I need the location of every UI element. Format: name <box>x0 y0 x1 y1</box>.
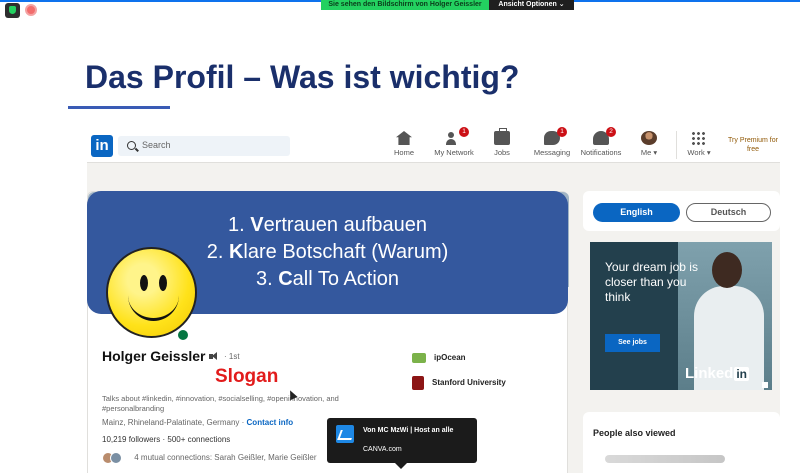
point-text: all To Action <box>292 268 400 290</box>
point-initial: C <box>278 268 293 290</box>
mutual-connections[interactable]: 4 mutual connections: Sarah Geißler, Mar… <box>102 452 317 464</box>
point-number: 2. <box>206 241 224 263</box>
point-text: ertrauen aufbauen <box>263 214 428 236</box>
smiley-mouth <box>128 287 179 321</box>
blurred-person-entry[interactable] <box>605 455 725 463</box>
profile-stats[interactable]: 10,219 followers · 500+ connections <box>102 435 230 444</box>
nav-work[interactable]: Work ▾ <box>684 131 714 157</box>
notification-badge: 1 <box>557 127 567 137</box>
nav-label: My Network <box>434 148 474 157</box>
point-number: 3. <box>255 268 273 290</box>
host-subtitle: CANVA.com <box>363 446 402 453</box>
see-jobs-button[interactable]: See jobs <box>605 334 660 352</box>
point-initial: K <box>228 241 244 263</box>
host-message-popup[interactable]: Von MC MzWi | Host an alle CANVA.com <box>327 418 477 469</box>
profile-headline: Talks about #linkedin, #innovation, #soc… <box>102 394 339 413</box>
ad-brand: Linked in <box>685 365 750 382</box>
notifications-icon: 2 <box>593 127 616 145</box>
smiley-face-icon <box>106 247 197 338</box>
linkedin-navbar: in Search Home 1 My Network Jobs 1 Messa… <box>87 126 780 163</box>
nav-jobs[interactable]: Jobs <box>492 128 512 157</box>
online-status-icon <box>176 328 190 342</box>
ad-info-icon[interactable] <box>762 382 768 388</box>
language-deutsch-button[interactable]: Deutsch <box>686 203 771 222</box>
home-icon <box>396 131 412 145</box>
host-logo-icon <box>336 425 354 443</box>
ad-text: Your dream job is closer than you think <box>605 260 698 304</box>
company-name: Stanford University <box>432 378 506 388</box>
nav-label: Home <box>393 148 414 157</box>
slide-title: Das Profil – Was ist wichtig? <box>85 59 520 95</box>
profile-location: Mainz, Rhineland-Palatinate, Germany · C… <box>102 418 293 427</box>
point-text: lare Botschaft (Warum) <box>243 241 449 263</box>
jobs-icon <box>494 128 510 145</box>
nav-label: Jobs <box>494 148 510 157</box>
ad-brand-text: Linked <box>685 365 734 382</box>
nav-label: Me ▾ <box>640 148 658 157</box>
nav-divider <box>676 131 677 159</box>
profile-name: Holger Geissler <box>102 348 206 364</box>
linkedin-ad[interactable]: Your dream job is closer than you think … <box>590 242 772 390</box>
stanford-logo-icon <box>412 376 424 390</box>
nav-home[interactable]: Home <box>393 131 415 157</box>
speaker-icon[interactable] <box>209 352 219 361</box>
try-premium-link[interactable]: Try Premium for free <box>723 136 780 154</box>
contact-info-link[interactable]: Contact info <box>247 418 294 427</box>
location-text: Mainz, Rhineland-Palatinate, Germany · <box>102 418 245 427</box>
security-shield-icon[interactable] <box>5 3 20 18</box>
nav-label: Work ▾ <box>687 148 711 157</box>
search-input[interactable]: Search <box>118 136 290 156</box>
network-icon: 1 <box>446 127 469 145</box>
avatar-icon <box>641 131 657 145</box>
title-underline <box>68 106 170 109</box>
nav-me[interactable]: Me ▾ <box>638 131 660 157</box>
host-name: Von MC MzWi | Host an alle <box>363 427 454 434</box>
people-also-viewed-title: People also viewed <box>593 428 676 438</box>
avatar <box>110 452 122 464</box>
screen-share-banner: Sie sehen den Bildschirm von Holger Geis… <box>321 0 489 10</box>
point-initial: V <box>250 214 264 236</box>
screen: Sie sehen den Bildschirm von Holger Geis… <box>0 0 800 473</box>
connection-degree: · 1st <box>224 352 240 361</box>
point-number: 1. <box>227 214 245 236</box>
slogan-annotation: Slogan <box>215 366 279 387</box>
mutual-avatars <box>102 452 128 464</box>
people-also-viewed-card <box>583 412 780 473</box>
search-icon <box>127 141 136 150</box>
zoom-top-bar: Sie sehen den Bildschirm von Holger Geis… <box>0 0 800 22</box>
notification-badge: 1 <box>459 127 469 137</box>
nav-label: Notifications <box>580 148 622 157</box>
company-stanford[interactable]: Stanford University <box>412 376 506 390</box>
key-point-1: 1. Vertrauen aufbauen <box>87 212 568 239</box>
ad-brand-in: in <box>734 367 750 381</box>
messaging-icon: 1 <box>544 127 567 145</box>
language-english-button[interactable]: English <box>593 203 680 222</box>
nav-my-network[interactable]: 1 My Network <box>431 127 477 157</box>
company-name: ipOcean <box>434 353 466 363</box>
search-placeholder: Search <box>142 140 171 150</box>
mutual-text: 4 mutual connections: Sarah Geißler, Mar… <box>134 453 317 463</box>
company-ipocean[interactable]: ipOcean <box>412 353 466 363</box>
nav-label: Messaging <box>533 148 571 157</box>
ipocean-logo-icon <box>412 353 426 363</box>
nav-messaging[interactable]: 1 Messaging <box>533 127 571 157</box>
ad-person-head <box>712 252 742 288</box>
view-options-button[interactable]: Ansicht Optionen ⌄ <box>489 0 574 10</box>
notification-badge: 2 <box>606 127 616 137</box>
recording-icon[interactable] <box>25 4 37 16</box>
grid-icon <box>691 131 707 145</box>
linkedin-logo-icon[interactable]: in <box>91 135 113 157</box>
nav-notifications[interactable]: 2 Notifications <box>579 127 623 157</box>
